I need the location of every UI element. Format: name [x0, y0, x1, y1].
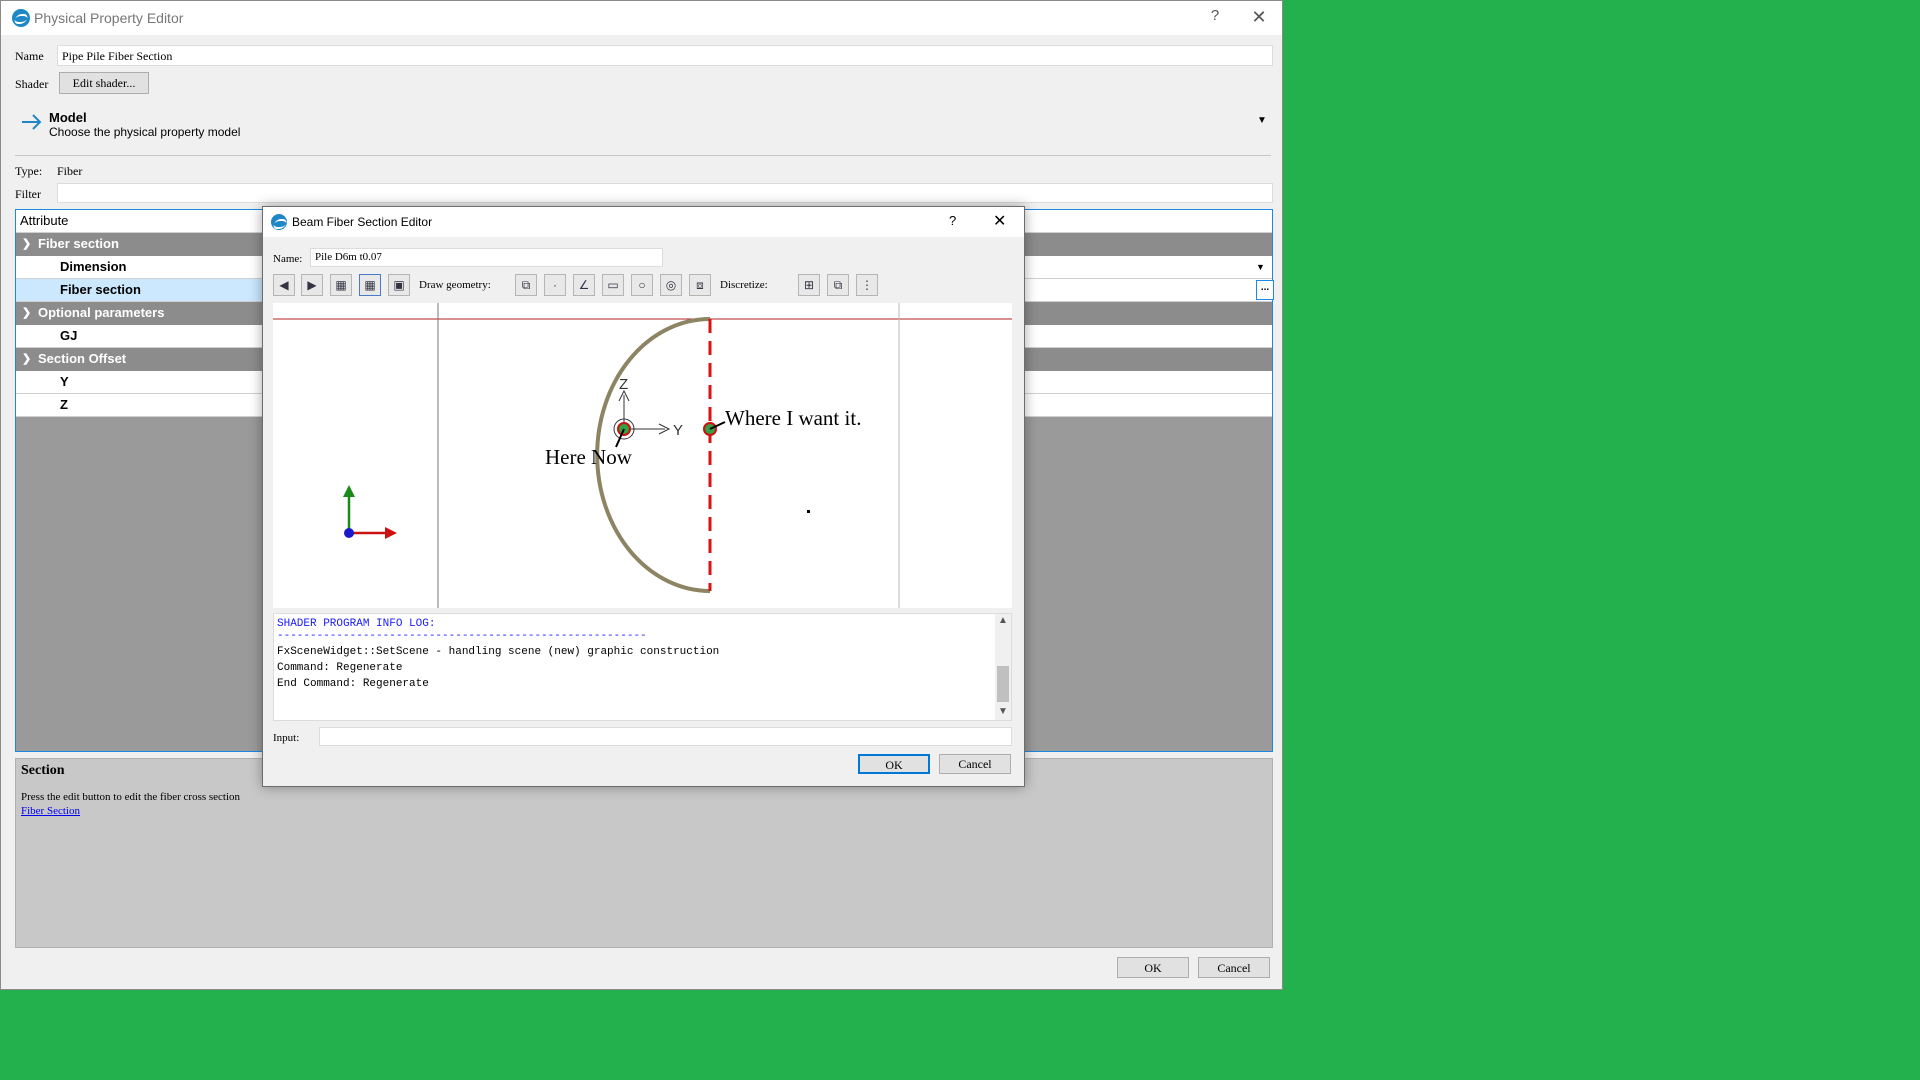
- main-ok-button[interactable]: OK: [1117, 957, 1189, 978]
- dialog-help-button[interactable]: ?: [949, 213, 956, 228]
- group-label: Section Offset: [38, 351, 127, 366]
- arrow-right-icon: [22, 114, 42, 130]
- discretize-mesh-icon[interactable]: ⊞: [798, 274, 820, 296]
- input-label: Input:: [273, 732, 300, 744]
- draw-polygon-icon[interactable]: ⧉: [515, 274, 537, 296]
- attribute-name: GJ: [60, 328, 78, 343]
- main-window-title: Physical Property Editor: [34, 10, 184, 26]
- beam-fiber-section-editor-dialog: Beam Fiber Section Editor ? ✕ Name: Pile…: [262, 206, 1025, 787]
- attribute-header-label: Attribute: [20, 213, 69, 228]
- dialog-cancel-button[interactable]: Cancel: [939, 754, 1011, 774]
- log-scrollbar[interactable]: ▲ ▼: [995, 614, 1011, 720]
- fit-view-icon[interactable]: ▣: [388, 274, 410, 296]
- back-arrow-icon[interactable]: ◀: [273, 274, 295, 296]
- chevron-down-icon[interactable]: ❯: [22, 302, 31, 324]
- chevron-down-icon[interactable]: ❯: [22, 348, 31, 370]
- discretize-fibers-icon[interactable]: ⋮: [856, 274, 878, 296]
- log-line: FxSceneWidget::SetScene - handling scene…: [277, 646, 720, 658]
- command-input[interactable]: [319, 727, 1012, 746]
- dialog-title: Beam Fiber Section Editor: [292, 215, 433, 229]
- edit-shader-button[interactable]: Edit shader...: [59, 72, 149, 94]
- name-field[interactable]: Pipe Pile Fiber Section: [57, 45, 1273, 66]
- main-cancel-button[interactable]: Cancel: [1198, 957, 1270, 978]
- global-z-arrow-icon: [343, 485, 355, 497]
- section-canvas[interactable]: Z Y Where I want it. Here Now: [273, 303, 1012, 608]
- log-line: ----------------------------------------…: [277, 630, 647, 642]
- chevron-down-icon[interactable]: ❯: [22, 233, 31, 255]
- draw-line-icon[interactable]: ∠: [573, 274, 595, 296]
- attribute-name: Y: [60, 374, 69, 389]
- scroll-thumb[interactable]: [997, 666, 1009, 702]
- global-y-arrow-icon: [385, 527, 397, 539]
- dialog-name-field[interactable]: Pile D6m t0.07: [310, 248, 663, 267]
- forward-arrow-icon[interactable]: ▶: [301, 274, 323, 296]
- group-label: Optional parameters: [38, 305, 165, 320]
- attribute-name: Fiber section: [60, 282, 141, 297]
- filter-label: Filter: [15, 187, 41, 201]
- attribute-name: Dimension: [60, 259, 127, 274]
- app-icon: [12, 9, 30, 27]
- draw-geometry-label: Draw geometry:: [419, 279, 491, 291]
- model-dropdown-chevron-icon[interactable]: ▼: [1257, 115, 1267, 126]
- model-selector[interactable]: Model Choose the physical property model…: [15, 105, 1271, 155]
- browse-button[interactable]: ...: [1256, 280, 1274, 300]
- scroll-up-icon[interactable]: ▲: [998, 615, 1008, 626]
- dialog-app-icon: [271, 214, 287, 230]
- log-line: SHADER PROGRAM INFO LOG:: [277, 618, 436, 630]
- name-label: Name: [15, 49, 44, 63]
- draw-point-icon[interactable]: ·: [544, 274, 566, 296]
- annotation-here-now: Here Now: [545, 445, 633, 469]
- log-line: Command: Regenerate: [277, 662, 403, 674]
- discretize-region-icon[interactable]: ⧉: [827, 274, 849, 296]
- draw-rectangle-icon[interactable]: ▭: [602, 274, 624, 296]
- dialog-ok-button[interactable]: OK: [858, 754, 930, 774]
- dialog-titlebar: Beam Fiber Section Editor ? ✕: [263, 207, 1024, 237]
- draw-ring-icon[interactable]: ◎: [660, 274, 682, 296]
- type-label: Type:: [15, 164, 43, 178]
- dimension-dropdown-icon[interactable]: ▼: [1256, 256, 1265, 278]
- main-help-button[interactable]: ?: [1201, 7, 1229, 24]
- fiber-section-link[interactable]: Fiber Section: [21, 805, 80, 817]
- model-title: Model: [49, 110, 87, 125]
- draw-shape-icon[interactable]: ⧈: [689, 274, 711, 296]
- axis-z-label: Z: [619, 376, 628, 393]
- discretize-label: Discretize:: [720, 279, 768, 291]
- main-titlebar: Physical Property Editor ? ✕: [1, 1, 1282, 35]
- model-separator: [15, 155, 1271, 156]
- section-description: Press the edit button to edit the fiber …: [21, 791, 241, 803]
- draw-circle-icon[interactable]: ○: [631, 274, 653, 296]
- log-line: End Command: Regenerate: [277, 678, 429, 690]
- annotation-where-i-want-it: Where I want it.: [725, 406, 861, 430]
- shader-label: Shader: [15, 77, 49, 91]
- cursor-dot: [807, 510, 810, 513]
- log-output: SHADER PROGRAM INFO LOG: ---------------…: [273, 613, 1012, 721]
- type-value: Fiber: [57, 164, 83, 178]
- attribute-name: Z: [60, 397, 68, 412]
- selected-highlight: [16, 279, 266, 301]
- global-origin-dot: [344, 528, 354, 538]
- filter-input[interactable]: [57, 183, 1273, 203]
- axis-y-label: Y: [673, 422, 683, 439]
- grid-icon[interactable]: ▦: [330, 274, 352, 296]
- model-subtitle: Choose the physical property model: [49, 125, 241, 139]
- scroll-down-icon[interactable]: ▼: [998, 706, 1008, 717]
- section-canvas-svg[interactable]: Z Y Where I want it. Here Now: [273, 303, 1012, 608]
- section-title: Section: [21, 763, 65, 778]
- dialog-name-label: Name:: [273, 253, 303, 265]
- main-close-button[interactable]: ✕: [1245, 7, 1273, 28]
- dialog-close-button[interactable]: ✕: [993, 211, 1006, 231]
- group-label: Fiber section: [38, 236, 119, 251]
- snap-grid-icon[interactable]: ▦: [359, 274, 381, 296]
